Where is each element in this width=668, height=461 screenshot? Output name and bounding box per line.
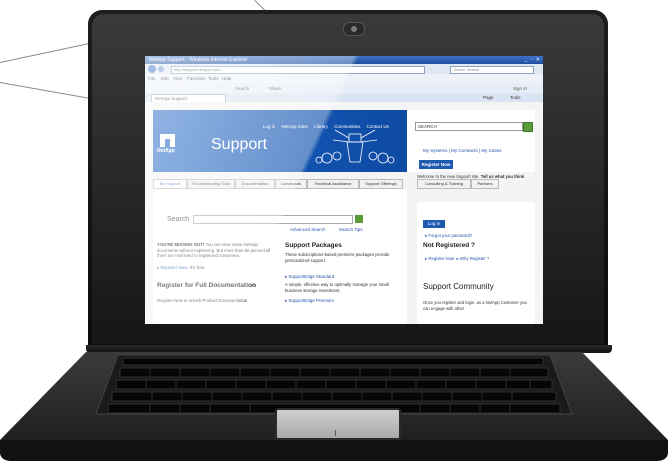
search-options: Advanced Search Search Tips	[290, 227, 375, 232]
tab-my-support[interactable]: My Support	[153, 179, 187, 189]
keyboard	[107, 357, 561, 414]
browser-search-input[interactable]: Yahoo! Search	[450, 66, 534, 74]
tab-downloads[interactable]: Downloads	[275, 179, 307, 189]
page-menu[interactable]: Page	[483, 95, 494, 100]
register-full-docs-title: Register for Full Documentation	[157, 282, 256, 289]
supportedge-standard-text: A simple, effective way to optimally man…	[285, 282, 389, 293]
window-controls[interactable]: _ ▫ ✕	[524, 57, 541, 63]
tab-technical-assistance[interactable]: Technical Assistance	[307, 179, 359, 189]
touchpad-split	[335, 430, 336, 436]
webcam-icon	[343, 22, 365, 36]
register-links: ▸ Register Now ▸ Why Register ?	[425, 256, 490, 261]
login-link[interactable]: Log in	[263, 124, 275, 129]
toolbar-share[interactable]: Share	[269, 86, 281, 91]
lighthouse-illustration-icon	[315, 129, 395, 164]
nav-tabs: My Support Troubleshooting Tools Documen…	[153, 179, 543, 189]
support-packages-text: These subscriptions-based premiere packa…	[285, 252, 390, 263]
supportedge-standard-link[interactable]: ▸ SupportEdge Standard	[285, 274, 334, 280]
tab-support-offerings[interactable]: Support Offerings	[359, 179, 403, 189]
forgot-password-link[interactable]: ▸ Forgot your password?	[425, 233, 472, 239]
tab-consulting[interactable]: Consulting & Training	[417, 179, 471, 189]
register-now-link[interactable]: Register Now.	[161, 265, 189, 270]
toolbar-search[interactable]: Search	[235, 86, 249, 91]
sign-in-link[interactable]: Sign In	[513, 86, 527, 91]
window-title: NetApp Support - Windows Internet Explor…	[149, 57, 248, 63]
search-label: Search	[167, 216, 190, 223]
advanced-search-link[interactable]: Advanced Search	[290, 227, 326, 232]
page-title: Support	[211, 136, 268, 153]
tools-menu[interactable]: Tools	[510, 95, 521, 100]
why-register-link[interactable]: Why Register ?	[460, 256, 489, 261]
tab-documentation[interactable]: Documentation	[235, 179, 275, 189]
support-community-text: Once you register and login, as a NetApp…	[423, 300, 527, 311]
supportedge-premium-link[interactable]: ▸ SupportEdge Premium	[285, 298, 334, 304]
touchpad[interactable]	[275, 408, 401, 440]
netapp-sites-link[interactable]: NetApp Sites	[282, 124, 308, 129]
address-input[interactable]: http://support.netapp.com/	[171, 66, 425, 74]
main-search-button[interactable]	[355, 215, 363, 223]
account-links[interactable]: My Systems | My Contracts | My Cases	[423, 148, 501, 153]
register-full-docs-text: Register Now to unlock Product Documenta…	[157, 298, 248, 303]
back-icon[interactable]	[148, 65, 156, 73]
search-tips-link[interactable]: Search Tips	[339, 227, 363, 232]
support-packages-title: Support Packages	[285, 242, 342, 249]
menu-bar: File Edit View Favorites Tools Help	[145, 74, 543, 83]
menu-file[interactable]: File	[148, 76, 155, 81]
menu-view[interactable]: View	[173, 76, 183, 81]
sidebar-register-link[interactable]: Register Now	[428, 256, 454, 261]
menu-tools[interactable]: Tools	[208, 76, 219, 81]
forward-icon[interactable]	[158, 66, 164, 72]
main-search-input[interactable]	[193, 215, 353, 224]
site-search-input[interactable]: SEARCH	[415, 122, 523, 131]
netapp-logo[interactable]: NetApp	[157, 134, 179, 156]
menu-edit[interactable]: Edit	[161, 76, 169, 81]
not-registered-title: Not Registered ?	[423, 242, 476, 249]
register-now-button[interactable]: Register Now	[419, 160, 453, 169]
logo-text: NetApp	[157, 148, 175, 154]
callout-line	[0, 43, 89, 63]
register-free-line: ▸ Register Now. It's free.	[157, 265, 206, 270]
menu-help[interactable]: Help	[222, 76, 231, 81]
tab-bar: NetApp Support Page Tools	[145, 93, 543, 103]
browser-titlebar: NetApp Support - Windows Internet Explor…	[145, 56, 543, 64]
tab-troubleshooting[interactable]: Troubleshooting Tools	[187, 179, 235, 189]
tab-partners[interactable]: Partners	[471, 179, 499, 189]
laptop-screen: NetApp Support - Windows Internet Explor…	[145, 56, 543, 324]
login-button[interactable]: Log In	[423, 220, 445, 228]
menu-favorites[interactable]: Favorites	[187, 76, 206, 81]
web-page: Log in NetApp Sites Library Communities …	[145, 102, 543, 324]
site-search-button[interactable]	[523, 122, 533, 132]
missing-out-text: YOU'RE MISSING OUT! You can view some Ne…	[157, 242, 270, 258]
support-community-title: Support Community	[423, 282, 494, 291]
